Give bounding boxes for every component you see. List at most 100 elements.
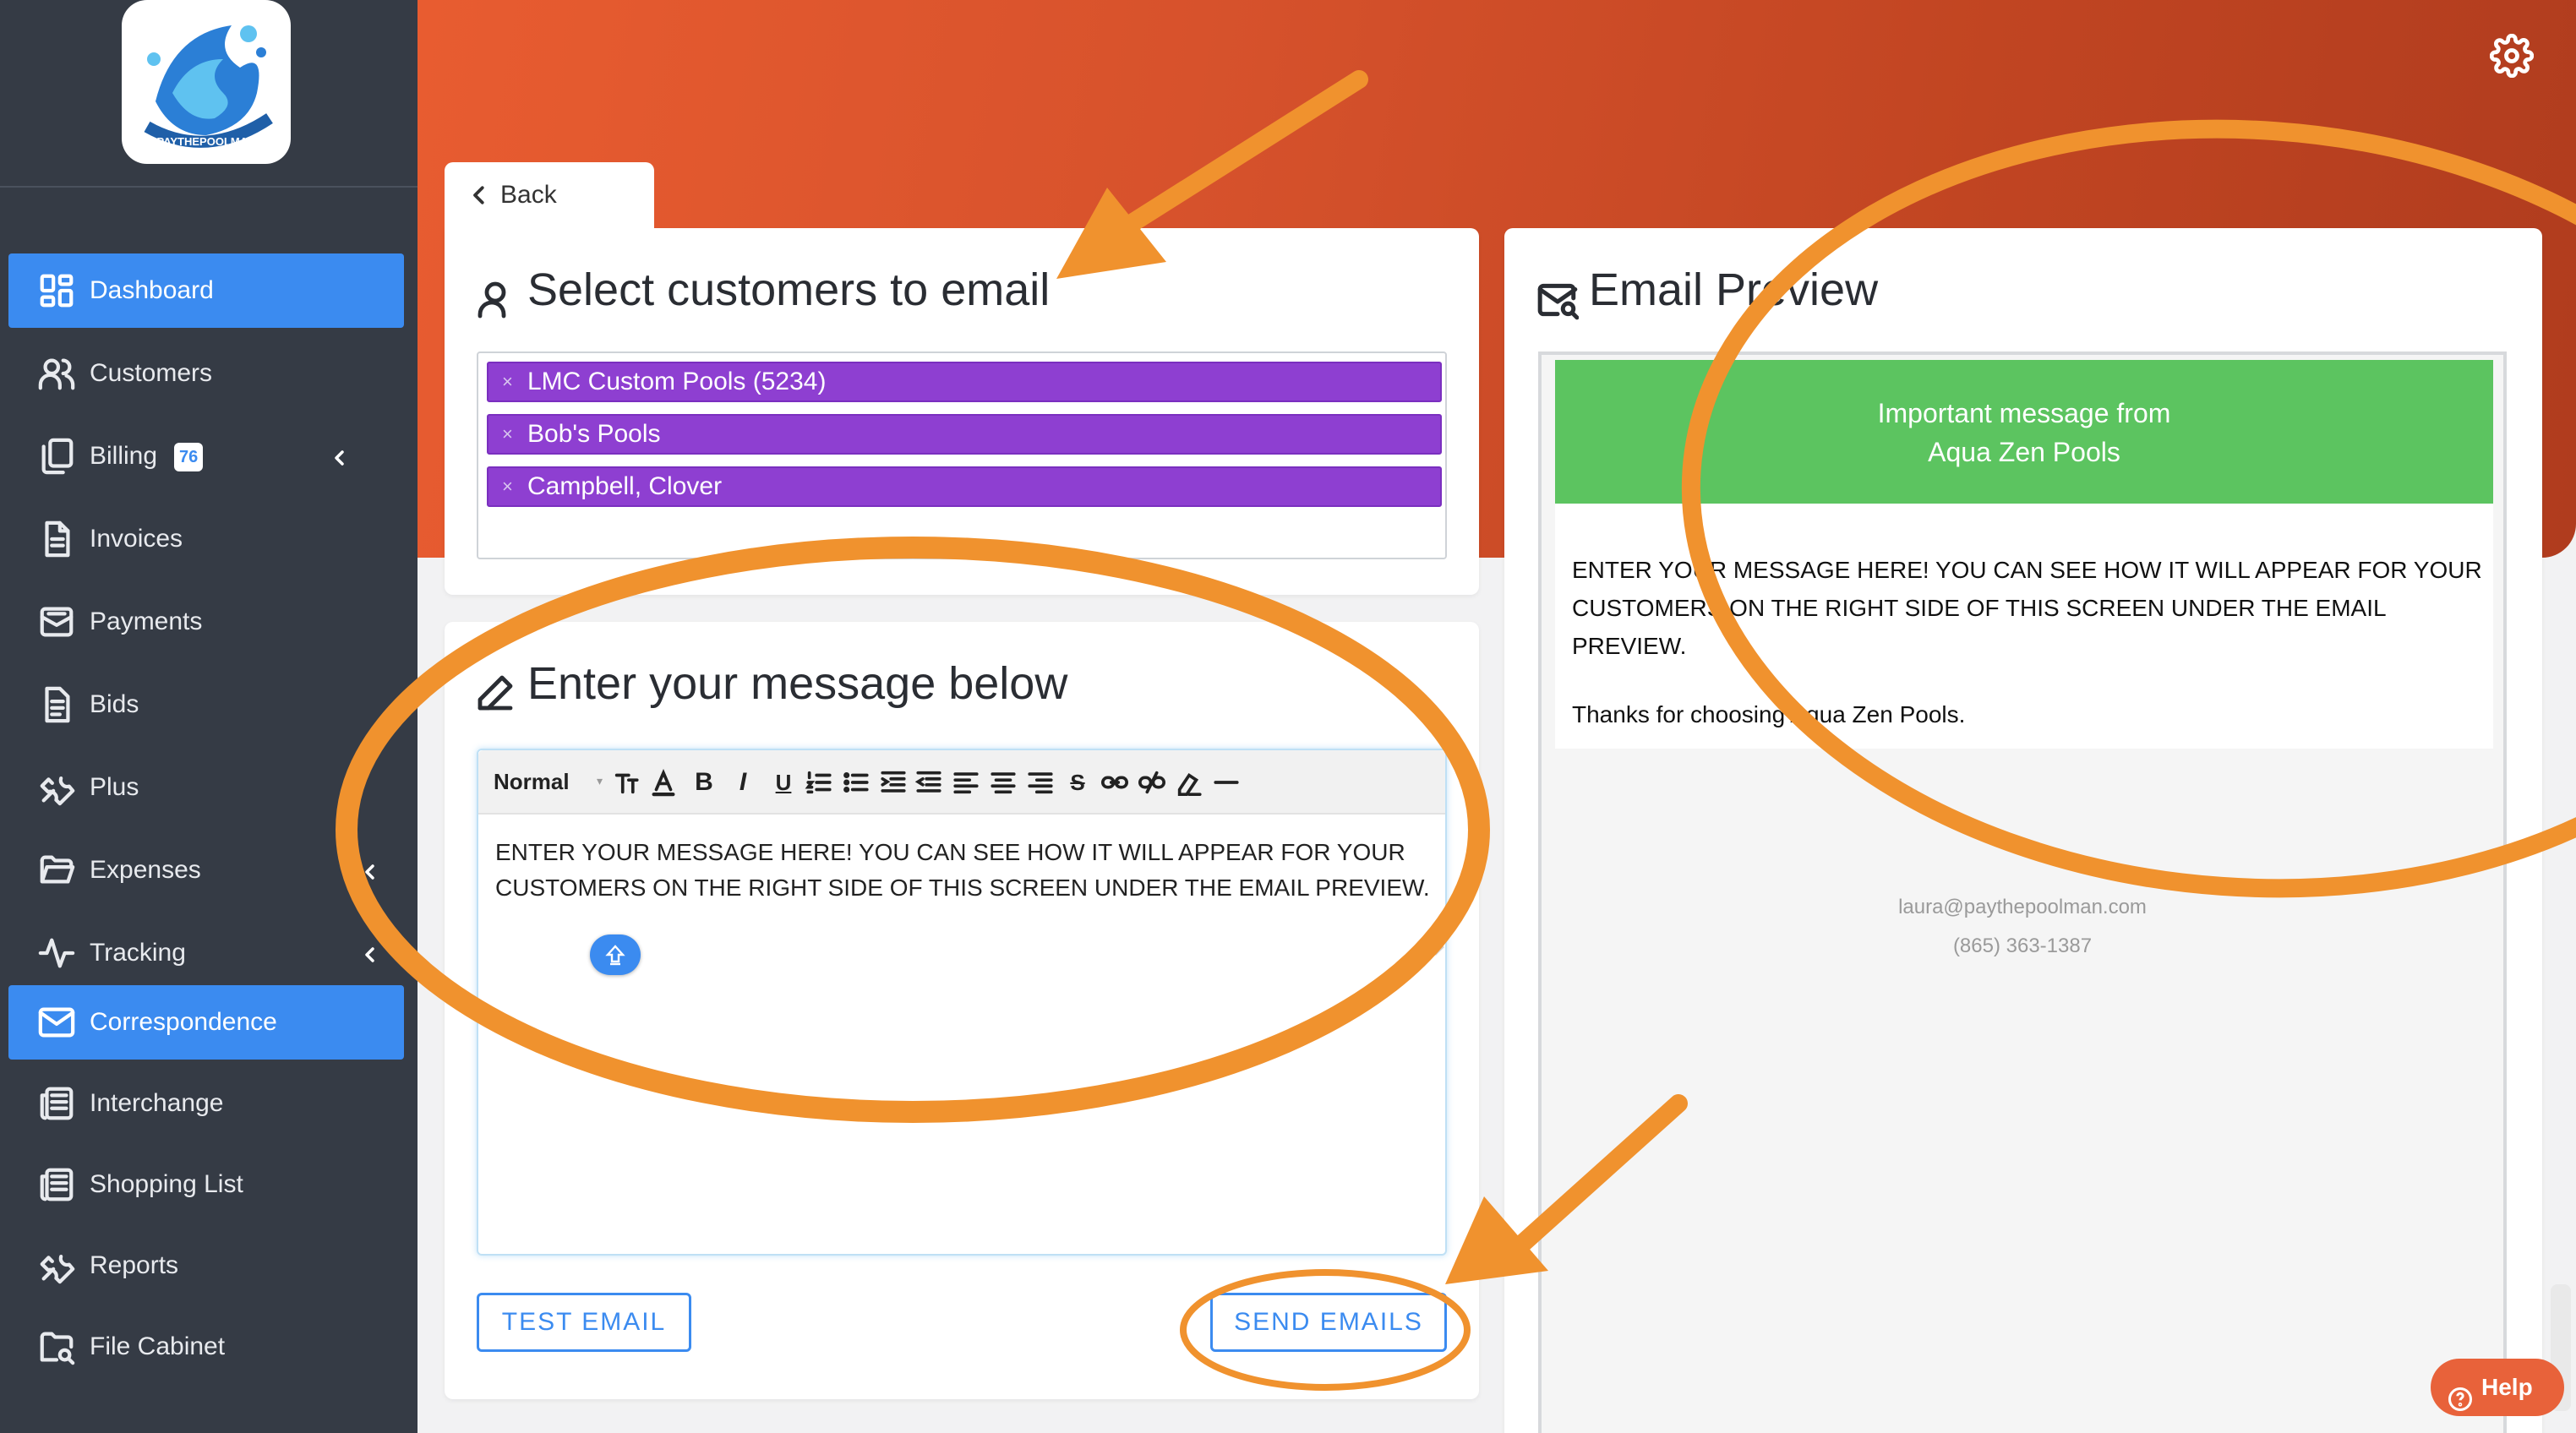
- select-customers-card: Select customers to email × LMC Custom P…: [445, 228, 1479, 595]
- remove-chip-icon[interactable]: ×: [502, 468, 513, 505]
- sidebar-item-dashboard[interactable]: Dashboard: [8, 253, 404, 328]
- folder-open-icon: [37, 851, 76, 890]
- preview-message-text: ENTER YOUR MESSAGE HERE! YOU CAN SEE HOW…: [1572, 557, 2482, 659]
- unlink-icon[interactable]: [1136, 766, 1168, 799]
- sidebar-item-label: Tracking: [90, 939, 186, 967]
- help-button[interactable]: Help: [2431, 1359, 2564, 1416]
- message-body-text[interactable]: ENTER YOUR MESSAGE HERE! YOU CAN SEE HOW…: [495, 835, 1433, 906]
- sidebar-item-label: Payments: [90, 608, 203, 635]
- font-size-icon[interactable]: [610, 766, 642, 799]
- format-select[interactable]: Normal: [494, 769, 570, 795]
- document-icon: [37, 520, 76, 558]
- send-emails-button[interactable]: SEND EMAILS: [1210, 1293, 1447, 1352]
- sidebar-item-label: Plus: [90, 773, 139, 801]
- help-label: Help: [2481, 1374, 2533, 1400]
- customer-chip[interactable]: × LMC Custom Pools (5234): [487, 362, 1442, 402]
- sidebar-item-label: Dashboard: [90, 276, 214, 304]
- remove-chip-icon[interactable]: ×: [502, 363, 513, 400]
- select-customers-title: Select customers to email: [527, 264, 1051, 315]
- folder-search-icon: [37, 1327, 76, 1366]
- sidebar-item-shopping-list[interactable]: Shopping List: [8, 1147, 404, 1222]
- copy-files-icon: [37, 437, 76, 476]
- sidebar-divider: [0, 186, 418, 188]
- align-left-icon[interactable]: [950, 766, 982, 799]
- document-lines-icon: [37, 685, 76, 724]
- sidebar-item-label: Interchange: [90, 1089, 224, 1117]
- strikethrough-button[interactable]: S: [1062, 766, 1094, 799]
- gear-icon[interactable]: [2489, 33, 2535, 79]
- italic-button[interactable]: I: [727, 766, 759, 799]
- sidebar-item-label: Correspondence: [90, 1008, 277, 1036]
- underline-button[interactable]: U: [767, 766, 800, 799]
- sidebar: PAYTHEPOOLMAN Dashboard Customers Billin…: [0, 0, 418, 1433]
- sidebar-item-tracking[interactable]: Tracking: [8, 916, 404, 990]
- wrench-icon: [37, 768, 76, 807]
- bold-button[interactable]: B: [688, 766, 720, 799]
- chevron-left-icon[interactable]: [330, 446, 350, 466]
- wrench-icon: [37, 1246, 76, 1285]
- customer-chip[interactable]: × Bob's Pools: [487, 414, 1442, 455]
- test-email-button[interactable]: TEST EMAIL: [477, 1293, 691, 1352]
- sidebar-item-correspondence[interactable]: Correspondence: [8, 985, 404, 1060]
- chevron-left-icon[interactable]: [360, 943, 380, 963]
- pencil-icon: [475, 673, 516, 713]
- message-title: Enter your message below: [527, 658, 1068, 709]
- sidebar-item-payments[interactable]: Payments: [8, 585, 404, 659]
- sidebar-item-reports[interactable]: Reports: [8, 1229, 404, 1303]
- sidebar-item-bids[interactable]: Bids: [8, 667, 404, 742]
- question-circle-icon: [2448, 1376, 2473, 1411]
- sidebar-item-interchange[interactable]: Interchange: [8, 1066, 404, 1141]
- user-icon: [475, 279, 516, 319]
- sidebar-item-expenses[interactable]: Expenses: [8, 833, 404, 907]
- editor-toolbar: Normal ▾ B I U S: [478, 750, 1445, 815]
- chevron-left-icon: [467, 183, 492, 208]
- horizontal-rule-icon[interactable]: [1210, 766, 1242, 799]
- preview-footer-phone: (865) 363-1387: [1952, 934, 2093, 957]
- remove-chip-icon[interactable]: ×: [502, 416, 513, 453]
- preview-body: ENTER YOUR MESSAGE HERE! YOU CAN SEE HOW…: [1555, 504, 2493, 749]
- indent-icon[interactable]: [877, 766, 909, 799]
- rich-text-editor[interactable]: Normal ▾ B I U S ENTER YOUR MESSAGE HERE…: [477, 749, 1447, 1256]
- resize-handle[interactable]: [1427, 939, 1444, 956]
- logo-brand-text: PAYTHEPOOLMAN: [156, 135, 255, 148]
- preview-header: Important message from Aqua Zen Pools: [1555, 360, 2493, 504]
- sidebar-item-label: Expenses: [90, 856, 201, 884]
- chevron-left-icon[interactable]: [360, 860, 380, 880]
- back-label: Back: [500, 181, 557, 209]
- ordered-list-icon[interactable]: [803, 766, 835, 799]
- envelope-open-icon: [37, 602, 76, 641]
- sidebar-item-label: File Cabinet: [90, 1332, 226, 1360]
- dashboard-grid-icon: [37, 271, 76, 310]
- outdent-icon[interactable]: [913, 766, 945, 799]
- email-preview-card: Email Preview Important message from Aqu…: [1504, 228, 2542, 1433]
- mail-search-icon: [1536, 279, 1580, 321]
- newspaper-icon: [37, 1084, 76, 1123]
- customer-multiselect[interactable]: × LMC Custom Pools (5234) × Bob's Pools …: [477, 351, 1447, 559]
- sidebar-item-label: Shopping List: [90, 1170, 243, 1198]
- text-cursor-marker-icon: [590, 934, 641, 975]
- customer-chip-label: LMC Custom Pools (5234): [527, 368, 827, 395]
- align-right-icon[interactable]: [1024, 766, 1056, 799]
- email-preview-title: Email Preview: [1589, 264, 1879, 315]
- sidebar-item-billing[interactable]: Billing 76: [8, 419, 404, 493]
- preview-header-line2: Aqua Zen Pools: [1928, 437, 2120, 467]
- preview-thanks-text: Thanks for choosing Aqua Zen Pools.: [1572, 701, 1966, 727]
- bullet-list-icon[interactable]: [840, 766, 872, 799]
- align-center-icon[interactable]: [987, 766, 1019, 799]
- sidebar-item-customers[interactable]: Customers: [8, 336, 404, 411]
- sidebar-item-label: Bids: [90, 690, 139, 718]
- sidebar-item-invoices[interactable]: Invoices: [8, 502, 404, 576]
- link-icon[interactable]: [1099, 766, 1131, 799]
- sidebar-item-label: Billing: [90, 442, 158, 470]
- activity-pulse-icon: [37, 934, 76, 973]
- sidebar-item-file-cabinet[interactable]: File Cabinet: [8, 1310, 404, 1384]
- customer-chip[interactable]: × Campbell, Clover: [487, 466, 1442, 507]
- email-preview-frame: Important message from Aqua Zen Pools EN…: [1538, 351, 2507, 1433]
- paythepoolman-logo[interactable]: PAYTHEPOOLMAN: [122, 0, 291, 164]
- font-color-icon[interactable]: [647, 766, 679, 799]
- sidebar-item-label: Invoices: [90, 525, 183, 553]
- sidebar-item-plus[interactable]: Plus: [8, 750, 404, 825]
- customer-chip-label: Campbell, Clover: [527, 472, 723, 500]
- back-button[interactable]: Back: [445, 162, 654, 255]
- clear-format-icon[interactable]: [1173, 766, 1205, 799]
